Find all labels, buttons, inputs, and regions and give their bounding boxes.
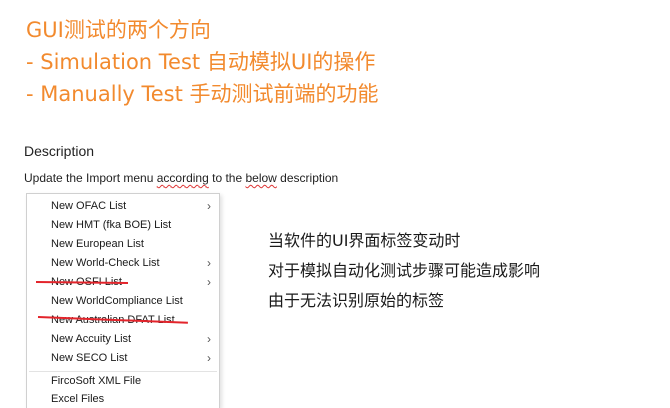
headline-manually-test: - Manually Test 手动测试前端的功能 (26, 82, 379, 106)
note-line-3: 由于无法识别原始的标签 (268, 291, 445, 310)
menu-item-label: New WorldCompliance List (51, 295, 183, 307)
description-text-part: to the (208, 171, 246, 185)
description-text: Update the Import menu according to the … (24, 171, 338, 185)
menu-item-label: New OFAC List (51, 200, 127, 212)
note-line-1: 当软件的UI界面标签变动时 (268, 231, 461, 250)
import-menu: New OFAC List › New HMT (fka BOE) List Ne… (26, 193, 220, 408)
menu-item-new-hmt-list[interactable]: New HMT (fka BOE) List (27, 216, 219, 235)
note-line-2: 对于模拟自动化测试步骤可能造成影响 (268, 261, 541, 280)
menu-item-new-ofac-list[interactable]: New OFAC List › (27, 197, 219, 216)
headline-title: GUI测试的两个方向 (26, 18, 211, 42)
menu-item-label: Excel Files (51, 393, 105, 405)
chevron-right-icon: › (207, 351, 211, 365)
headline-simulation-test: - Simulation Test 自动模拟UI的操作 (26, 50, 376, 74)
menu-item-label: New European List (51, 238, 144, 250)
menu-item-fircosoft-xml-file[interactable]: FircoSoft XML File (27, 372, 219, 391)
menu-item-new-world-check-list[interactable]: New World-Check List › (27, 254, 219, 273)
menu-item-new-accuity-list[interactable]: New Accuity List › (27, 330, 219, 349)
menu-item-label: New SECO List (51, 352, 128, 364)
menu-item-label: New Accuity List (51, 333, 132, 345)
spellcheck-word-below: below (245, 171, 277, 185)
menu-item-label: FircoSoft XML File (51, 375, 142, 387)
chevron-right-icon: › (207, 332, 211, 346)
menu-item-label: New HMT (fka BOE) List (51, 219, 172, 231)
chevron-right-icon: › (207, 275, 211, 289)
spellcheck-word-according: according (156, 171, 209, 185)
chevron-right-icon: › (207, 256, 211, 270)
description-text-part: description (276, 171, 339, 185)
menu-item-new-seco-list[interactable]: New SECO List › (27, 349, 219, 368)
chevron-right-icon: › (207, 199, 211, 213)
menu-item-new-worldcompliance-list[interactable]: New WorldCompliance List (27, 292, 219, 311)
menu-item-new-european-list[interactable]: New European List (27, 235, 219, 254)
description-text-part: Update the Import menu (24, 171, 157, 185)
menu-item-excel-files[interactable]: Excel Files (27, 390, 219, 408)
menu-item-label: New World-Check List (51, 257, 160, 269)
description-heading: Description (24, 143, 95, 159)
